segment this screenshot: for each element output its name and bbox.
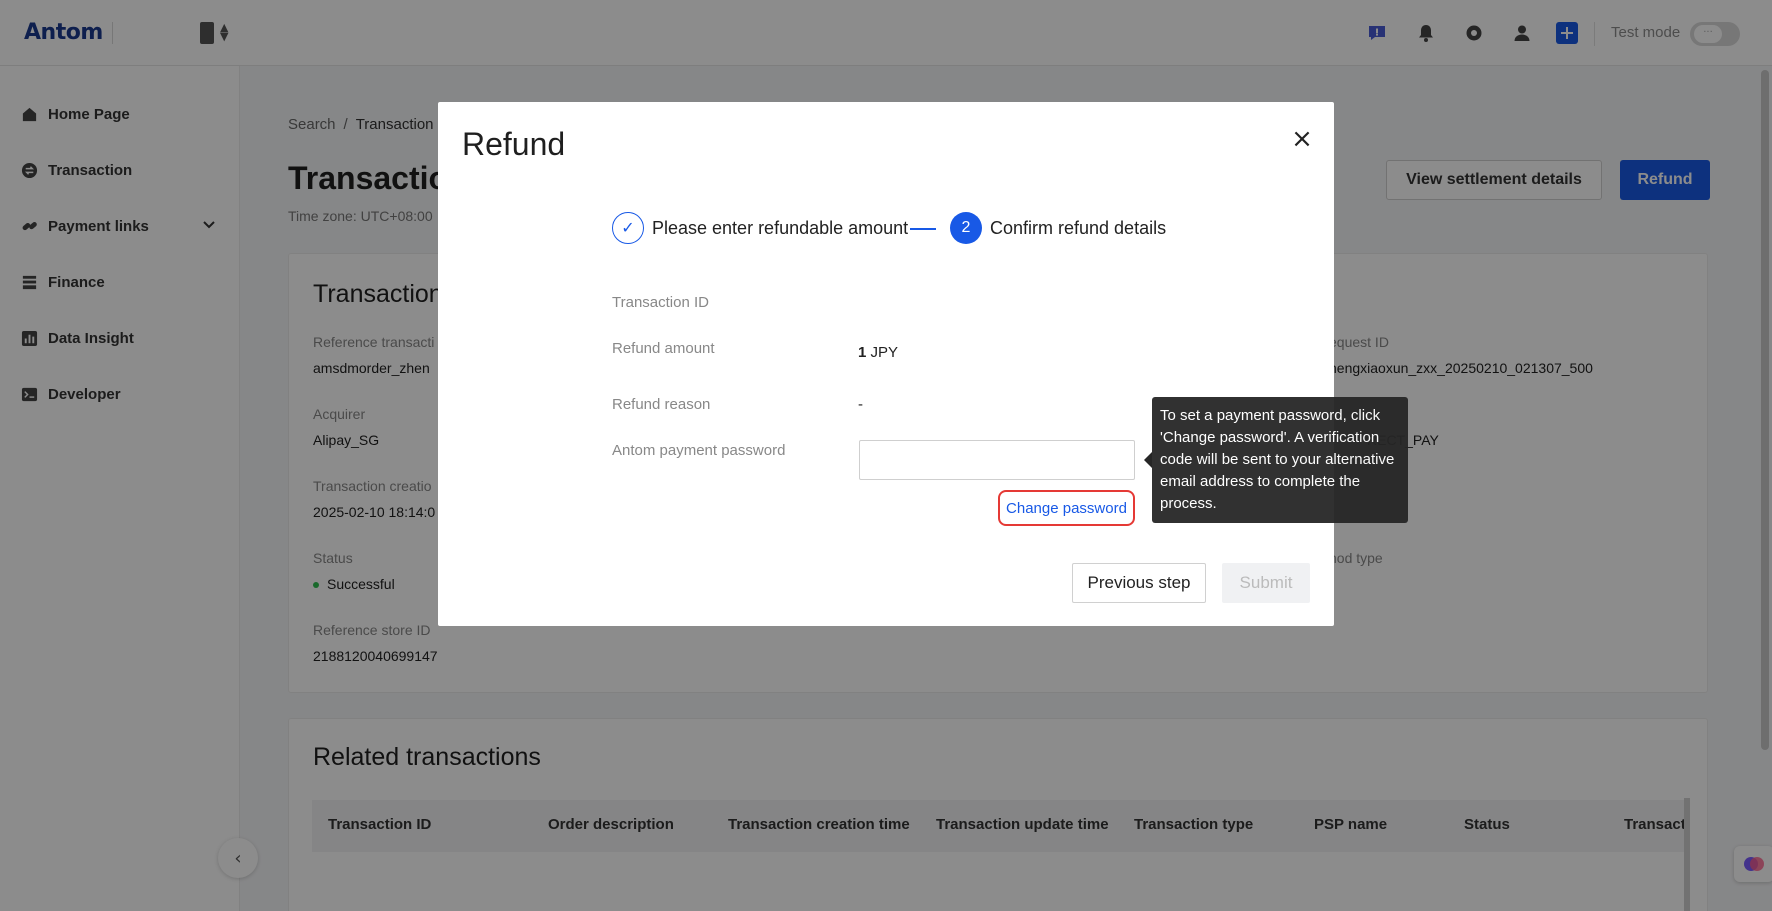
refund-amount-label: Refund amount xyxy=(612,340,715,357)
payment-password-input[interactable] xyxy=(859,440,1135,480)
change-password-link[interactable]: Change password xyxy=(998,490,1135,526)
refund-modal: Refund × ✓ Please enter refundable amoun… xyxy=(438,102,1334,626)
step-number: 2 xyxy=(950,212,982,244)
refund-amount-currency: JPY xyxy=(870,344,899,361)
check-icon: ✓ xyxy=(612,212,644,244)
step-connector xyxy=(910,228,936,230)
step-label: Please enter refundable amount xyxy=(652,217,909,238)
submit-button[interactable]: Submit xyxy=(1222,563,1310,603)
refund-amount-value: 1 JPY xyxy=(858,344,898,361)
modal-title: Refund xyxy=(462,126,566,162)
tooltip-arrow xyxy=(1144,452,1152,468)
password-label: Antom payment password xyxy=(612,442,786,459)
password-tooltip: To set a payment password, click 'Change… xyxy=(1152,397,1408,523)
transaction-id-label: Transaction ID xyxy=(612,294,709,311)
close-icon[interactable]: × xyxy=(1290,126,1314,152)
step-enter-amount: ✓ Please enter refundable amount xyxy=(612,212,908,244)
refund-reason-label: Refund reason xyxy=(612,396,711,413)
refund-amount-number: 1 xyxy=(858,344,867,361)
previous-step-button[interactable]: Previous step xyxy=(1072,563,1206,603)
refund-reason-value: - xyxy=(858,396,863,413)
step-confirm-details: 2 Confirm refund details xyxy=(950,212,1166,244)
step-label: Confirm refund details xyxy=(990,217,1167,238)
